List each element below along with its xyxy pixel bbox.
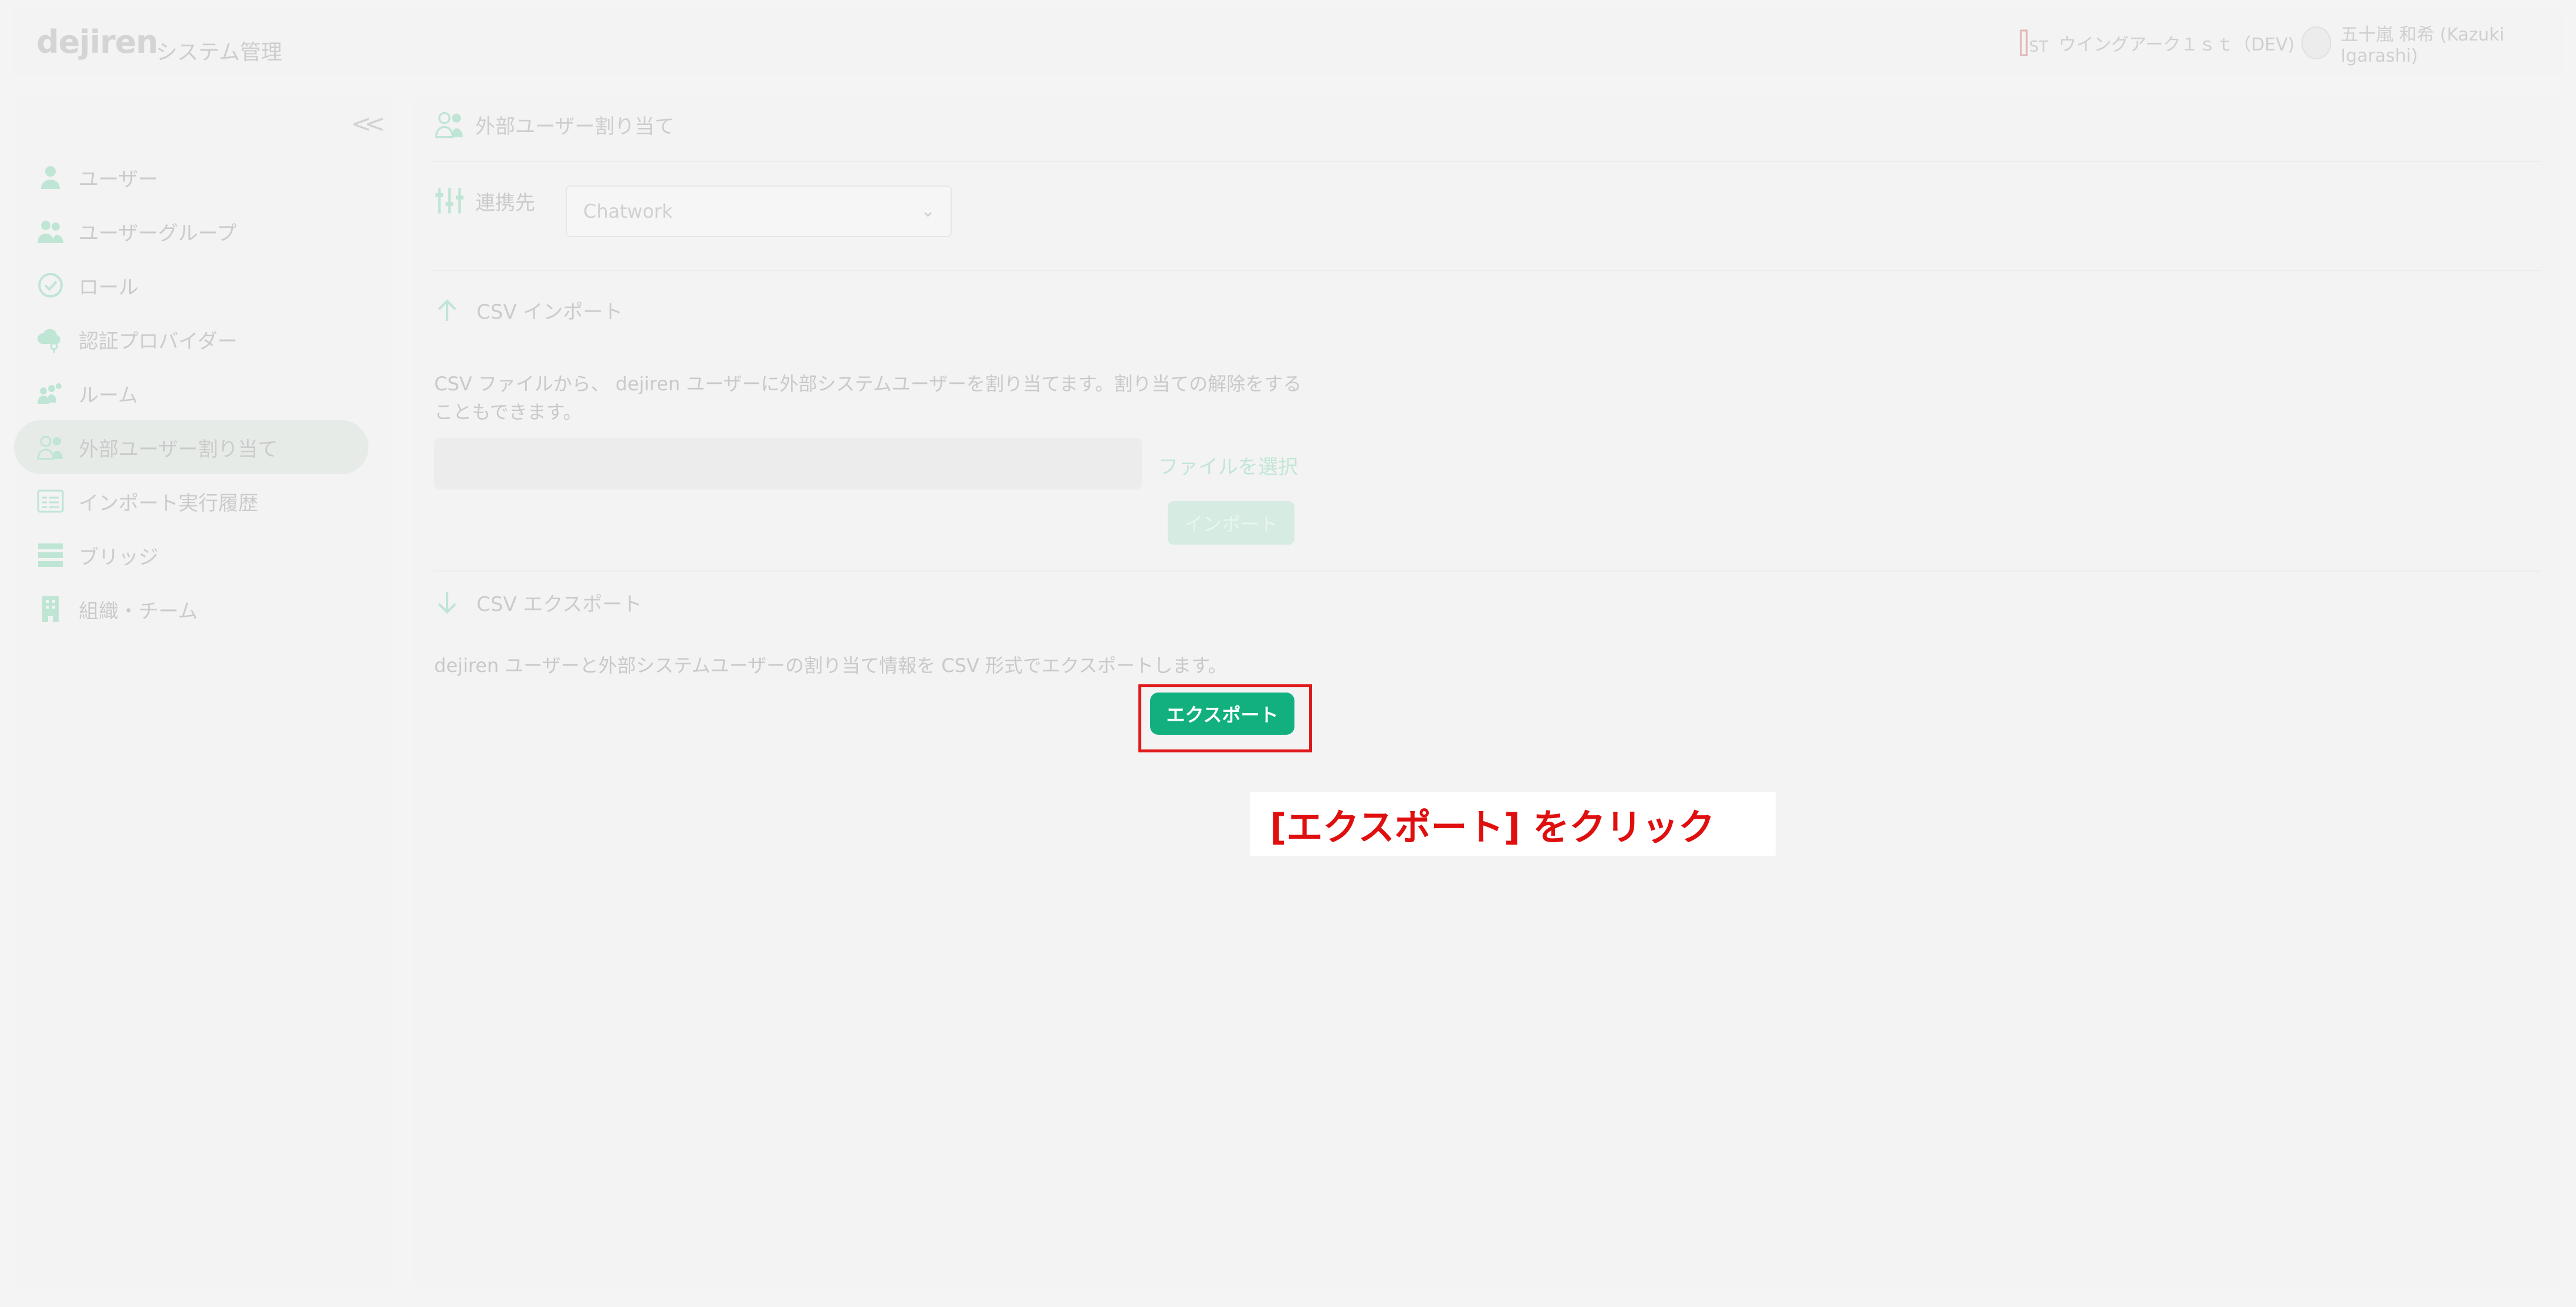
arrow-up-icon (438, 299, 457, 321)
sidebar-item-label: ユーザーグループ (79, 221, 237, 245)
org-name: ウイングアーク１ｓｔ（DEV) (2058, 35, 2295, 55)
sidebar-item-label: ユーザー (79, 167, 158, 191)
sidebar: << ユーザー ユーザーグループ ロール 認証プロバイダー ルーム 外部ユーザー… (14, 96, 391, 1288)
org-logo-icon: ST (2020, 29, 2048, 56)
bridge-icon (38, 543, 63, 567)
room-people-icon (38, 383, 62, 404)
arrow-down-icon (438, 592, 457, 614)
user-group-icon (38, 221, 63, 243)
sidebar-item-label: ロール (79, 275, 138, 299)
check-circle-icon (38, 273, 63, 298)
divider (434, 270, 2541, 271)
connection-label-row: 連携先 (434, 185, 535, 216)
user-menu[interactable]: 五十嵐 和希 (Kazuki Igarashi) (2301, 25, 2563, 66)
collapse-sidebar-icon[interactable]: << (351, 109, 385, 138)
csv-import-description: CSV ファイルから、 dejiren ユーザーに外部システムユーザーを割り当て… (434, 370, 1301, 426)
instruction-callout: [エクスポート] をクリック (1250, 792, 1776, 856)
divider (434, 570, 2541, 572)
org-switcher[interactable]: ST ウイングアーク１ｓｔ（DEV) (2019, 28, 2294, 58)
sidebar-item-bridge[interactable]: ブリッジ (14, 528, 391, 582)
divider (434, 161, 2541, 162)
sidebar-item-roles[interactable]: ロール (14, 258, 391, 312)
csv-export-title: CSV エクスポート (434, 588, 642, 617)
sidebar-item-org-team[interactable]: 組織・チーム (14, 582, 391, 636)
import-history-icon (37, 489, 64, 513)
sidebar-item-external-user-assignment[interactable]: 外部ユーザー割り当て (14, 420, 369, 474)
sidebar-item-label: 外部ユーザー割り当て (79, 437, 278, 461)
sidebar-item-label: 認証プロバイダー (79, 329, 238, 353)
csv-import-title: CSV インポート (434, 296, 623, 325)
csv-import-title-text: CSV インポート (476, 300, 623, 324)
sidebar-item-auth-providers[interactable]: 認証プロバイダー (14, 312, 391, 366)
external-user-icon (37, 435, 63, 460)
sidebar-item-rooms[interactable]: ルーム (14, 366, 391, 420)
csv-export-description: dejiren ユーザーと外部システムユーザーの割り当て情報を CSV 形式でエ… (434, 654, 1227, 677)
file-select-button[interactable]: ファイルを選択 (1158, 451, 1298, 479)
csv-export-title-text: CSV エクスポート (476, 593, 643, 616)
file-path-field[interactable] (434, 438, 1142, 489)
csv-import-desc-line1: CSV ファイルから、 dejiren ユーザーに外部システムユーザーを割り当て… (434, 373, 1302, 395)
user-icon (41, 166, 60, 189)
connection-label: 連携先 (475, 191, 535, 215)
sidebar-nav: ユーザー ユーザーグループ ロール 認証プロバイダー ルーム 外部ユーザー割り当… (14, 150, 391, 636)
sidebar-item-users[interactable]: ユーザー (14, 150, 391, 204)
user-name: 五十嵐 和希 (Kazuki Igarashi) (2340, 24, 2504, 66)
sidebar-item-import-history[interactable]: インポート実行履歴 (14, 474, 391, 528)
sidebar-item-label: ブリッジ (79, 545, 158, 569)
sidebar-item-label: 組織・チーム (79, 599, 198, 623)
csv-import-desc-line2: こともできます。 (434, 401, 582, 423)
building-icon (42, 596, 59, 622)
sidebar-item-user-groups[interactable]: ユーザーグループ (14, 204, 391, 258)
sliders-icon (435, 188, 464, 214)
page-title: 外部ユーザー割り当て (434, 109, 674, 140)
export-button[interactable]: エクスポート (1150, 693, 1294, 735)
import-button[interactable]: インポート (1168, 501, 1294, 545)
page-title-text: 外部ユーザー割り当て (475, 114, 675, 139)
main-content: 外部ユーザー割り当て 連携先 Chatwork ⌄ CSV インポート CSV … (413, 96, 2561, 1288)
avatar (2301, 26, 2331, 59)
svg-text:ST: ST (2029, 38, 2048, 56)
connection-select[interactable]: Chatwork ⌄ (566, 185, 952, 237)
dejiren-logo[interactable]: dejiren (36, 23, 158, 60)
sidebar-item-label: インポート実行履歴 (79, 491, 258, 515)
external-user-icon (435, 112, 463, 139)
connection-select-value: Chatwork (583, 200, 673, 222)
cloud-key-icon (37, 329, 60, 353)
top-header: dejiren システム管理 ST ウイングアーク１ｓｔ（DEV) 五十嵐 和希… (13, 6, 2563, 76)
chevron-down-icon: ⌄ (920, 201, 935, 221)
app-title: システム管理 (156, 40, 282, 65)
sidebar-item-label: ルーム (79, 383, 138, 407)
